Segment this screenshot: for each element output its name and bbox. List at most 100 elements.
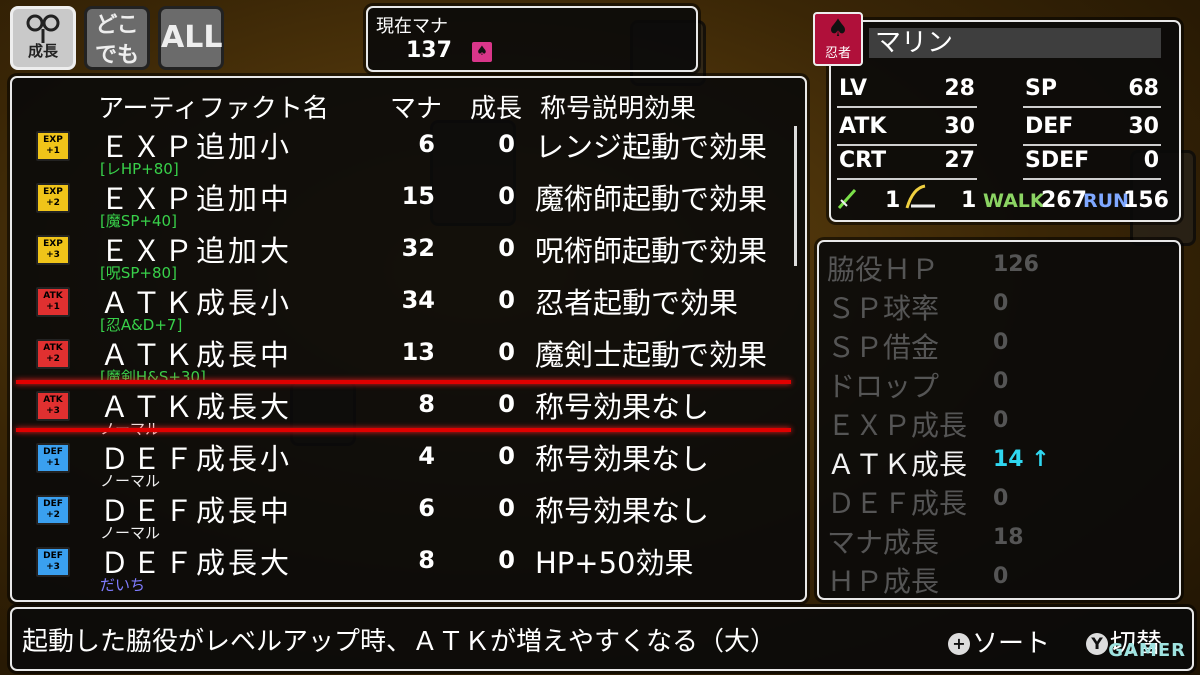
walk-value: 267	[1041, 188, 1087, 213]
run-value: 156	[1123, 188, 1169, 213]
bonus-label: ＳＰ借金	[827, 331, 940, 364]
walk-label: WALK	[983, 190, 1045, 212]
bonus-row: ＳＰ借金 0	[827, 326, 1157, 364]
bonus-label: ドロップ	[827, 370, 940, 403]
stat-sp-value: 68	[1128, 76, 1159, 101]
artifact-row[interactable]: EXP +3 ＥＸＰ追加大 [呪SP+80] 32 0 呪術師起動で効果	[12, 230, 805, 282]
sort-hint[interactable]: + ソート	[948, 623, 1050, 660]
bonus-row: 脇役ＨＰ 126	[827, 248, 1157, 286]
artifact-list-panel: アーティファクト名 マナ 成長 称号説明効果 EXP +1 ＥＸＰ追加小 [レHP+8…	[10, 76, 807, 602]
artifact-row[interactable]: ATK +3 ＡＴＫ成長大 ノーマル 8 0 称号効果なし	[12, 380, 805, 438]
bonus-row: ＨＰ成長 0	[827, 560, 1157, 598]
all-filter-button[interactable]: ALL	[158, 6, 224, 70]
bonus-row: ＤＥＦ成長 0	[827, 482, 1157, 520]
artifact-row[interactable]: DEF +1 ＤＥＦ成長小 ノーマル 4 0 称号効果なし	[12, 438, 805, 490]
artifact-icon-top: EXP	[43, 187, 63, 197]
artifact-row[interactable]: ATK +2 ＡＴＫ成長中 [魔剣H&S+30] 13 0 魔剣士起動で効果	[12, 334, 805, 386]
gamer-watermark-logo: GAMER	[1108, 640, 1186, 661]
artifact-icon-top: EXP	[43, 239, 63, 249]
artifact-mana: 4	[418, 442, 435, 470]
artifact-icon-top: ATK	[43, 343, 63, 353]
artifact-book-icon: EXP +2	[36, 183, 70, 213]
bonus-row: マナ成長 18	[827, 521, 1157, 559]
stat-crt-label: CRT	[839, 148, 887, 173]
description-panel: 起動した脇役がレベルアップ時、ＡＴＫが増えやすくなる（大） + ソート Y 切替	[10, 607, 1194, 671]
claw-weapon-icon	[905, 184, 935, 209]
divider	[1023, 144, 1161, 146]
bonus-value: 14 ↑	[993, 447, 1050, 472]
artifact-mana: 15	[401, 182, 435, 210]
artifact-title-effect: レンジ起動で効果	[535, 130, 768, 164]
bonus-value: 0	[993, 408, 1009, 433]
artifact-title-effect: 魔術師起動で効果	[535, 182, 768, 216]
divider	[837, 178, 977, 180]
bonus-value: 0	[993, 564, 1009, 589]
growth-filter-button[interactable]: 成長	[10, 6, 76, 70]
artifact-icon-bottom: +1	[46, 146, 60, 156]
mana-crest-icon: ♠	[472, 42, 492, 62]
current-mana-panel: 現在マナ 137 ♠	[366, 6, 698, 72]
divider	[1023, 178, 1161, 180]
artifact-title-effect: 呪術師起動で効果	[535, 234, 768, 268]
character-name: マリン	[869, 28, 1161, 58]
list-scrollbar[interactable]	[794, 126, 797, 266]
artifact-icon-top: ATK	[43, 291, 63, 301]
artifact-row[interactable]: DEF +3 ＤＥＦ成長大 だいち 8 0 HP+50効果	[12, 542, 805, 594]
artifact-icon-bottom: +2	[46, 198, 60, 208]
stat-def-value: 30	[1128, 114, 1159, 139]
artifact-mana: 32	[401, 234, 435, 262]
artifact-book-icon: EXP +3	[36, 235, 70, 265]
bonus-row: ドロップ 0	[827, 365, 1157, 403]
divider	[1023, 106, 1161, 108]
artifact-title-effect: 称号効果なし	[535, 494, 710, 528]
weapon2-count: 1	[961, 188, 977, 213]
bonus-value: 0	[993, 330, 1009, 355]
ninja-job-badge: ♠ 忍者	[813, 12, 863, 66]
artifact-icon-bottom: +3	[46, 562, 60, 572]
sword-icon	[837, 189, 857, 209]
bonus-label: ＨＰ成長	[827, 565, 940, 598]
artifact-growth: 0	[498, 546, 515, 574]
artifact-book-icon: DEF +1	[36, 443, 70, 473]
header-mana: マナ	[390, 94, 443, 124]
bonus-value: 0	[993, 486, 1009, 511]
artifact-icon-bottom: +2	[46, 510, 60, 520]
anywhere-filter-label-line2: でも	[94, 43, 139, 68]
artifact-icon-bottom: +3	[46, 406, 60, 416]
weapon1-count: 1	[885, 188, 901, 213]
artifact-growth: 0	[498, 286, 515, 314]
bonus-value: 0	[993, 369, 1009, 394]
artifact-book-icon: ATK +3	[36, 391, 70, 421]
artifact-growth: 0	[498, 390, 515, 418]
stat-lv-value: 28	[944, 76, 975, 101]
artifact-description: 起動した脇役がレベルアップ時、ＡＴＫが増えやすくなる（大）	[22, 627, 777, 657]
artifact-book-icon: EXP +1	[36, 131, 70, 161]
artifact-mana: 6	[418, 494, 435, 522]
bonus-row: ＡＴＫ成長 14 ↑	[827, 443, 1157, 481]
growth-bonus-panel: 脇役ＨＰ 126 ＳＰ球率 0 ＳＰ借金 0 ドロップ 0 ＥＸＰ成長 0 ＡＴＫ成長 14 ↑ ＤＥＦ…	[817, 240, 1181, 600]
character-status-panel: ♠ 忍者 マリン LV 28 SP 68 ATK 30 DEF 30 CRT 2…	[813, 12, 1181, 222]
stat-sdef-label: SDEF	[1025, 148, 1090, 173]
stat-sp-label: SP	[1025, 76, 1057, 101]
artifact-growth: 0	[498, 234, 515, 262]
stat-atk-value: 30	[944, 114, 975, 139]
artifact-row[interactable]: EXP +2 ＥＸＰ追加中 [魔SP+40] 15 0 魔術師起動で効果	[12, 178, 805, 230]
sort-label: ソート	[972, 629, 1051, 659]
artifact-row[interactable]: ATK +1 ＡＴＫ成長小 [忍A&D+7] 34 0 忍者起動で効果	[12, 282, 805, 334]
artifact-icon-bottom: +2	[46, 354, 60, 364]
artifact-title-effect: HP+50効果	[535, 546, 694, 580]
artifact-icon-top: DEF	[43, 499, 63, 509]
bonus-value: 18	[993, 525, 1024, 550]
artifact-mana: 6	[418, 130, 435, 158]
header-growth: 成長	[470, 94, 523, 124]
artifact-mana: 34	[401, 286, 435, 314]
anywhere-filter-button[interactable]: どこ でも	[84, 6, 150, 70]
artifact-row[interactable]: EXP +1 ＥＸＰ追加小 [レHP+80] 6 0 レンジ起動で効果	[12, 126, 805, 178]
divider	[837, 106, 977, 108]
artifact-row[interactable]: DEF +2 ＤＥＦ成長中 ノーマル 6 0 称号効果なし	[12, 490, 805, 542]
artifact-title-effect: 魔剣士起動で効果	[535, 338, 768, 372]
artifact-growth: 0	[498, 442, 515, 470]
artifact-icon-bottom: +1	[46, 458, 60, 468]
stat-sdef-value: 0	[1143, 148, 1159, 173]
spade-crest-icon: ♠	[827, 14, 849, 42]
